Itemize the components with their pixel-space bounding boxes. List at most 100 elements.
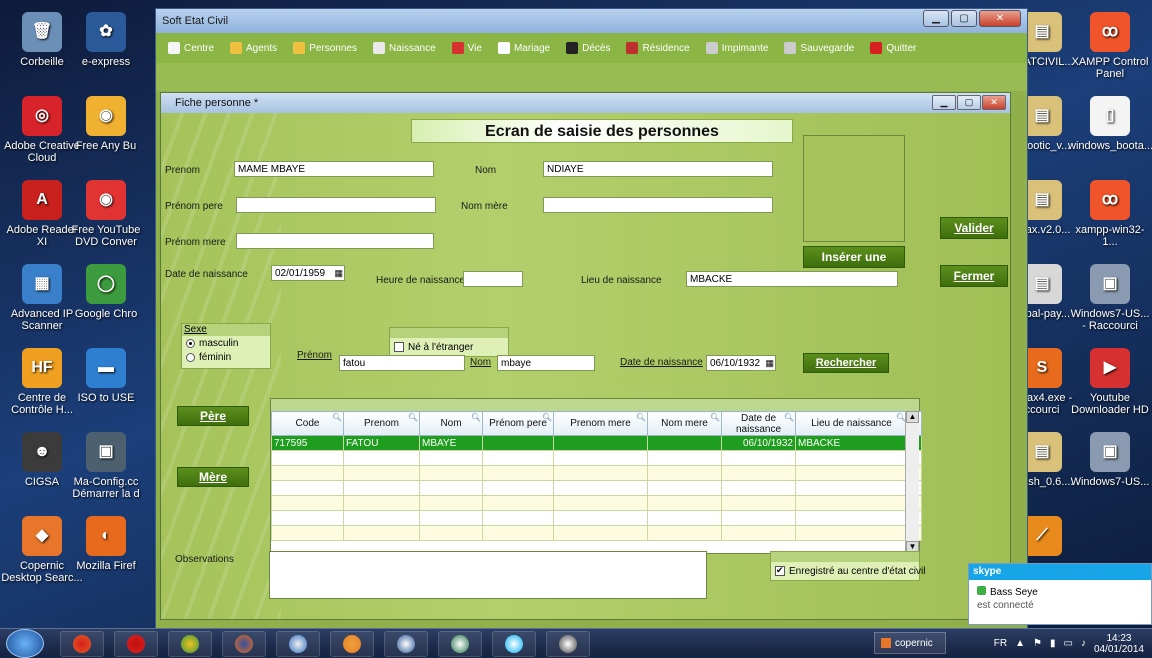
desktop-icon[interactable]: ◐ Mozilla Firef <box>64 516 148 572</box>
desktop-icon[interactable]: ▶ Youtube Downloader HD <box>1068 348 1152 416</box>
nom-mere-input[interactable] <box>543 197 773 213</box>
desktop-icon[interactable]: ◉ Free Any Bu <box>64 96 148 152</box>
menu-item-10[interactable]: Quitter <box>864 42 922 54</box>
desktop-icon[interactable]: ꝏ xampp-win32-1... <box>1068 180 1152 248</box>
network-icon[interactable]: ▮ <box>1050 638 1056 649</box>
desktop-icon[interactable]: ◯ Google Chro <box>64 264 148 320</box>
table-row[interactable]: 717595 FATOU MBAYE 06/10/1932 MBACKE <box>271 435 922 451</box>
filter-icon[interactable]: 🔍︎ <box>471 413 481 422</box>
table-row[interactable] <box>271 465 922 481</box>
table-row[interactable] <box>271 510 922 526</box>
show-hidden-icon[interactable]: ▲ <box>1015 638 1025 649</box>
desktop-icon[interactable]: ꝏ XAMPP Control Panel <box>1068 12 1152 80</box>
taskbar-app-6[interactable] <box>384 631 428 657</box>
column-header[interactable]: Nom mere 🔍︎ <box>647 411 722 436</box>
table-row[interactable] <box>271 495 922 511</box>
insert-photo-button[interactable]: Insérer une photo <box>803 246 905 284</box>
radio-feminin[interactable]: féminin <box>182 350 270 364</box>
taskbar-app-3[interactable] <box>222 631 266 657</box>
search-calendar-icon[interactable]: ▦ <box>765 357 774 370</box>
heure-naissance-input[interactable] <box>463 271 523 287</box>
column-header[interactable]: Prenom 🔍︎ <box>343 411 420 436</box>
menu-item-1[interactable]: Agents <box>224 42 283 54</box>
search-nom-input[interactable]: mbaye <box>497 355 595 371</box>
pere-button[interactable]: Père <box>177 406 249 426</box>
filter-icon[interactable]: 🔍︎ <box>710 413 720 422</box>
calendar-icon[interactable]: ▦ <box>334 267 343 280</box>
table-row[interactable] <box>271 480 922 496</box>
rechercher-button[interactable]: Rechercher <box>803 353 889 373</box>
filter-icon[interactable]: 🔍︎ <box>784 413 794 422</box>
menu-item-0[interactable]: Centre <box>162 42 220 54</box>
checkbox-icon <box>394 342 404 353</box>
taskbar-app-2[interactable] <box>168 631 212 657</box>
fermer-button[interactable]: Fermer <box>940 265 1008 287</box>
volume-icon[interactable]: ♪ <box>1081 638 1086 649</box>
column-header[interactable]: Prénom pere 🔍︎ <box>482 411 554 436</box>
desktop-icon[interactable]: ▬ ISO to USE <box>64 348 148 404</box>
minimize-button[interactable]: ▁ <box>923 10 949 27</box>
start-button[interactable] <box>6 629 44 658</box>
filter-icon[interactable]: 🔍︎ <box>636 413 646 422</box>
desktop-icon[interactable]: ▣ Windows7-US... <box>1068 432 1152 488</box>
clock[interactable]: 14:23 04/01/2014 <box>1094 633 1144 655</box>
menu-item-7[interactable]: Résidence <box>620 42 695 54</box>
menu-item-4[interactable]: Vie <box>446 42 488 54</box>
menu-item-3[interactable]: Naissance <box>367 42 442 54</box>
taskbar-app-8[interactable] <box>492 631 536 657</box>
search-prenom-input[interactable]: fatou <box>339 355 465 371</box>
filter-icon[interactable]: 🔍︎ <box>408 413 418 422</box>
maximize-button[interactable]: ▢ <box>951 10 977 27</box>
desktop-icon[interactable]: ▣ Windows7-US... - Raccourci <box>1068 264 1152 332</box>
grid-scrollbar[interactable]: ▲ ▼ <box>905 411 919 553</box>
menu-item-5[interactable]: Mariage <box>492 42 556 54</box>
copernic-toolbar[interactable]: copernic <box>874 632 946 654</box>
prenom-pere-input[interactable] <box>236 197 436 213</box>
column-header[interactable]: Lieu de naissance 🔍︎ <box>795 411 908 436</box>
menu-item-6[interactable]: Décès <box>560 42 616 54</box>
table-row[interactable] <box>271 450 922 466</box>
desktop-icon[interactable]: ◉ Free YouTube DVD Conver <box>64 180 148 248</box>
battery-icon[interactable]: ▭ <box>1063 638 1072 649</box>
search-date-input[interactable]: 06/10/1932 ▦ <box>706 355 776 371</box>
flag-icon[interactable]: ⚑ <box>1033 638 1042 649</box>
scroll-up-icon[interactable]: ▲ <box>906 411 919 423</box>
valider-button[interactable]: Valider <box>940 217 1008 239</box>
menu-item-9[interactable]: Sauvegarde <box>778 42 860 54</box>
taskbar-app-4[interactable] <box>276 631 320 657</box>
column-header[interactable]: Date de naissance 🔍︎ <box>721 411 796 436</box>
column-header[interactable]: Prenom mere 🔍︎ <box>553 411 648 436</box>
prenom-input[interactable]: MAME MBAYE <box>234 161 434 177</box>
taskbar-app-0[interactable] <box>60 631 104 657</box>
menu-item-8[interactable]: Impimante <box>700 42 775 54</box>
enregistre-checkbox[interactable]: Enregistré au centre d'état civil <box>771 562 925 577</box>
column-header[interactable]: Code 🔍︎ <box>271 411 344 436</box>
taskbar-app-9[interactable] <box>546 631 590 657</box>
radio-masculin[interactable]: masculin <box>182 336 270 350</box>
child-maximize-button[interactable]: ▢ <box>957 95 981 110</box>
desktop-icon[interactable]: ▣ Ma-Config.cc Démarrer la d <box>64 432 148 500</box>
filter-icon[interactable]: 🔍︎ <box>332 413 342 422</box>
filter-icon[interactable]: 🔍︎ <box>542 413 552 422</box>
skype-notification[interactable]: skype Bass Seye est connecté <box>968 563 1152 625</box>
desktop-icon[interactable]: ▯ windows_boota... <box>1068 96 1152 152</box>
lieu-naissance-input[interactable]: MBACKE <box>686 271 898 287</box>
menu-item-2[interactable]: Personnes <box>287 42 363 54</box>
desktop-icon[interactable]: ✿ e-express <box>64 12 148 68</box>
table-row[interactable] <box>271 525 922 541</box>
child-close-button[interactable]: ✕ <box>982 95 1006 110</box>
observations-textarea[interactable] <box>269 551 707 599</box>
language-indicator[interactable]: FR <box>994 638 1007 649</box>
column-header[interactable]: Nom 🔍︎ <box>419 411 483 436</box>
taskbar-app-1[interactable] <box>114 631 158 657</box>
ne-etranger-checkbox[interactable]: Né à l'étranger <box>390 338 508 353</box>
child-minimize-button[interactable]: ▁ <box>932 95 956 110</box>
taskbar-app-5[interactable] <box>330 631 374 657</box>
mere-button[interactable]: Mère <box>177 467 249 487</box>
close-button[interactable]: ✕ <box>979 10 1021 27</box>
nom-input[interactable]: NDIAYE <box>543 161 773 177</box>
taskbar-app-7[interactable] <box>438 631 482 657</box>
date-naissance-input[interactable]: 02/01/1959 ▦ <box>271 265 345 281</box>
prenom-mere-input[interactable] <box>236 233 434 249</box>
photo-frame[interactable] <box>803 135 905 242</box>
